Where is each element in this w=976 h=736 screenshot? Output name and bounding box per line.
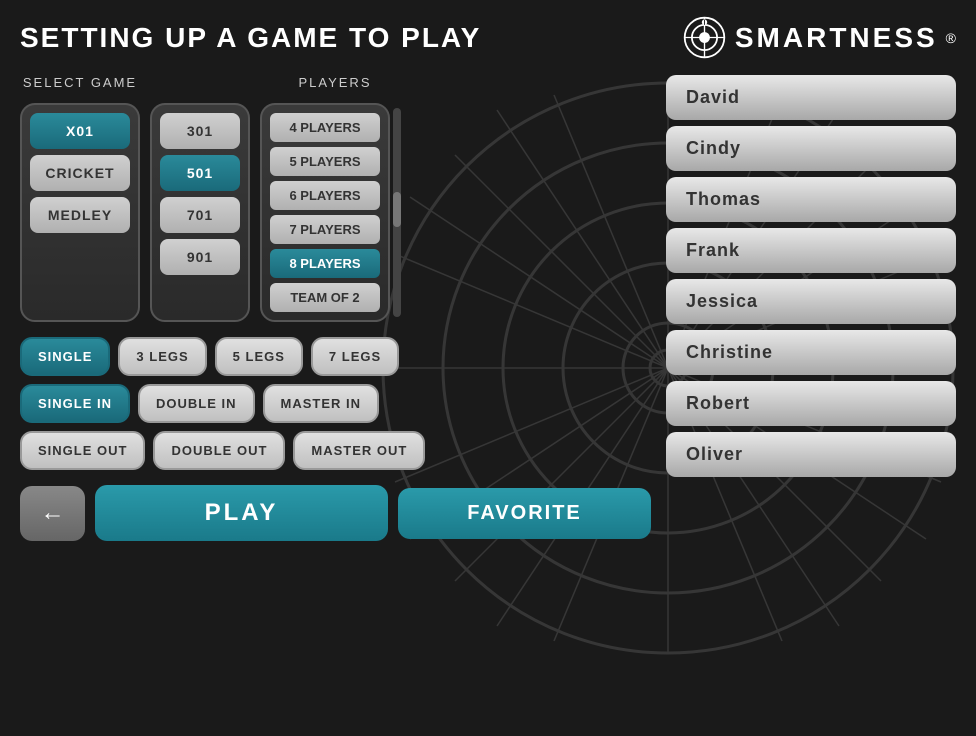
score-btn-901[interactable]: 901: [160, 239, 240, 275]
back-button[interactable]: ←: [20, 486, 85, 541]
logo-area: SMARTNESS ®: [682, 15, 956, 60]
score-btn-501[interactable]: 501: [160, 155, 240, 191]
logo-reg: ®: [946, 30, 956, 46]
player-robert[interactable]: Robert: [666, 381, 956, 426]
player-oliver[interactable]: Oliver: [666, 432, 956, 477]
players-6[interactable]: 6 PLAYERS: [270, 181, 380, 210]
game-types-panel: X01 CRICKET MEDLEY: [20, 103, 140, 322]
opt-single[interactable]: SINGLE: [20, 337, 110, 376]
action-row: ← PLAY FAVORITE: [20, 485, 651, 541]
player-cindy[interactable]: Cindy: [666, 126, 956, 171]
opt-5legs[interactable]: 5 LEGS: [215, 337, 303, 376]
players-count-panel: 4 PLAYERS 5 PLAYERS 6 PLAYERS 7 PLAYERS …: [260, 103, 390, 322]
opt-masterin[interactable]: MASTER IN: [263, 384, 380, 423]
player-frank[interactable]: Frank: [666, 228, 956, 273]
opt-singlein[interactable]: SINGLE IN: [20, 384, 130, 423]
score-panel: 301 501 701 901: [150, 103, 250, 322]
players-list-panel: David Cindy Thomas Frank Jessica Christi…: [666, 75, 956, 541]
play-button[interactable]: PLAY: [95, 485, 388, 541]
favorite-button[interactable]: FAVORITE: [398, 488, 651, 539]
players-8[interactable]: 8 PLAYERS: [270, 249, 380, 278]
game-btn-medley[interactable]: MEDLEY: [30, 197, 130, 233]
player-david[interactable]: David: [666, 75, 956, 120]
left-panel: SELECT GAME PLAYERS X01 CRICKET MEDLEY: [20, 75, 651, 541]
header: SETTING UP A GAME TO PLAY SMARTNESS ®: [20, 15, 956, 60]
players-7[interactable]: 7 PLAYERS: [270, 215, 380, 244]
logo-icon: [682, 15, 727, 60]
players-5[interactable]: 5 PLAYERS: [270, 147, 380, 176]
main-content: SELECT GAME PLAYERS X01 CRICKET MEDLEY: [20, 75, 956, 541]
player-christine[interactable]: Christine: [666, 330, 956, 375]
page-title: SETTING UP A GAME TO PLAY: [20, 22, 481, 54]
opt-doubleout[interactable]: DOUBLE OUT: [153, 431, 285, 470]
score-btn-301[interactable]: 301: [160, 113, 240, 149]
in-options-row: SINGLE IN DOUBLE IN MASTER IN: [20, 384, 651, 423]
score-btn-701[interactable]: 701: [160, 197, 240, 233]
opt-7legs[interactable]: 7 LEGS: [311, 337, 399, 376]
legs-options-row: SINGLE 3 LEGS 5 LEGS 7 LEGS: [20, 337, 651, 376]
player-jessica[interactable]: Jessica: [666, 279, 956, 324]
players-4[interactable]: 4 PLAYERS: [270, 113, 380, 142]
opt-singleout[interactable]: SINGLE OUT: [20, 431, 145, 470]
select-game-label: SELECT GAME: [20, 75, 140, 90]
game-btn-x01[interactable]: X01: [30, 113, 130, 149]
opt-3legs[interactable]: 3 LEGS: [118, 337, 206, 376]
logo-text: SMARTNESS: [735, 22, 938, 54]
opt-doublein[interactable]: DOUBLE IN: [138, 384, 255, 423]
out-options-row: SINGLE OUT DOUBLE OUT MASTER OUT: [20, 431, 651, 470]
players-team2[interactable]: TEAM OF 2: [270, 283, 380, 312]
players-label: PLAYERS: [270, 75, 400, 90]
player-thomas[interactable]: Thomas: [666, 177, 956, 222]
game-btn-cricket[interactable]: CRICKET: [30, 155, 130, 191]
opt-masterout[interactable]: MASTER OUT: [293, 431, 425, 470]
